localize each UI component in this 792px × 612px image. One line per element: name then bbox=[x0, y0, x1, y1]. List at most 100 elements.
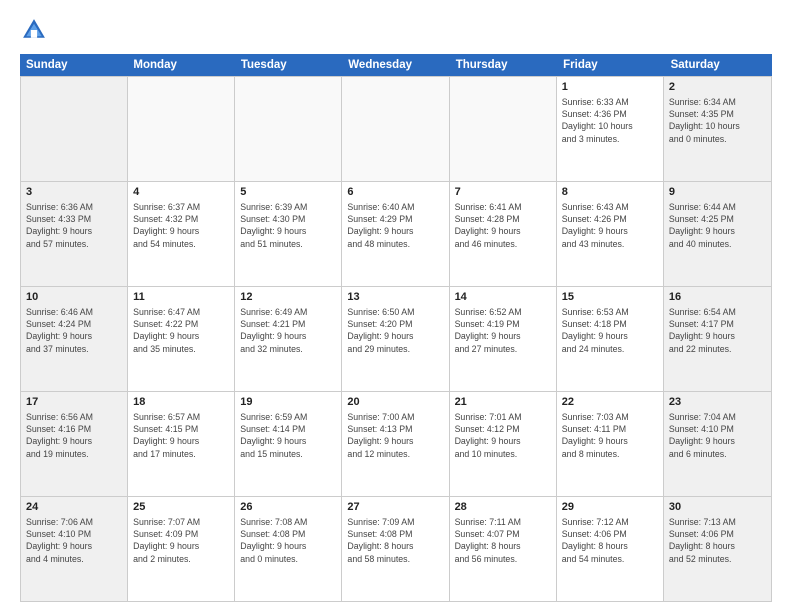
day-number: 4 bbox=[133, 185, 229, 200]
day-info: Sunrise: 7:04 AMSunset: 4:10 PMDaylight:… bbox=[669, 411, 766, 460]
day-info: Sunrise: 6:39 AMSunset: 4:30 PMDaylight:… bbox=[240, 201, 336, 250]
day-info: Sunrise: 6:43 AMSunset: 4:26 PMDaylight:… bbox=[562, 201, 658, 250]
weekday-header-tuesday: Tuesday bbox=[235, 54, 342, 76]
day-cell-5: 5Sunrise: 6:39 AMSunset: 4:30 PMDaylight… bbox=[235, 182, 342, 286]
weekday-header-friday: Friday bbox=[557, 54, 664, 76]
day-cell-30: 30Sunrise: 7:13 AMSunset: 4:06 PMDayligh… bbox=[664, 497, 771, 601]
day-number: 27 bbox=[347, 500, 443, 515]
day-info: Sunrise: 6:46 AMSunset: 4:24 PMDaylight:… bbox=[26, 306, 122, 355]
day-number: 3 bbox=[26, 185, 122, 200]
day-number: 26 bbox=[240, 500, 336, 515]
calendar: SundayMondayTuesdayWednesdayThursdayFrid… bbox=[20, 54, 772, 602]
day-cell-20: 20Sunrise: 7:00 AMSunset: 4:13 PMDayligh… bbox=[342, 392, 449, 496]
day-number: 5 bbox=[240, 185, 336, 200]
logo bbox=[20, 16, 52, 44]
weekday-header-wednesday: Wednesday bbox=[342, 54, 449, 76]
day-cell-12: 12Sunrise: 6:49 AMSunset: 4:21 PMDayligh… bbox=[235, 287, 342, 391]
day-info: Sunrise: 7:07 AMSunset: 4:09 PMDaylight:… bbox=[133, 516, 229, 565]
day-cell-19: 19Sunrise: 6:59 AMSunset: 4:14 PMDayligh… bbox=[235, 392, 342, 496]
day-cell-23: 23Sunrise: 7:04 AMSunset: 4:10 PMDayligh… bbox=[664, 392, 771, 496]
calendar-week-1: 1Sunrise: 6:33 AMSunset: 4:36 PMDaylight… bbox=[21, 76, 771, 181]
day-cell-13: 13Sunrise: 6:50 AMSunset: 4:20 PMDayligh… bbox=[342, 287, 449, 391]
day-cell-4: 4Sunrise: 6:37 AMSunset: 4:32 PMDaylight… bbox=[128, 182, 235, 286]
page: SundayMondayTuesdayWednesdayThursdayFrid… bbox=[0, 0, 792, 612]
day-info: Sunrise: 7:00 AMSunset: 4:13 PMDaylight:… bbox=[347, 411, 443, 460]
day-number: 18 bbox=[133, 395, 229, 410]
day-info: Sunrise: 6:40 AMSunset: 4:29 PMDaylight:… bbox=[347, 201, 443, 250]
day-info: Sunrise: 7:03 AMSunset: 4:11 PMDaylight:… bbox=[562, 411, 658, 460]
day-number: 15 bbox=[562, 290, 658, 305]
day-number: 7 bbox=[455, 185, 551, 200]
calendar-body: 1Sunrise: 6:33 AMSunset: 4:36 PMDaylight… bbox=[20, 76, 772, 602]
logo-icon bbox=[20, 16, 48, 44]
day-info: Sunrise: 6:49 AMSunset: 4:21 PMDaylight:… bbox=[240, 306, 336, 355]
calendar-week-5: 24Sunrise: 7:06 AMSunset: 4:10 PMDayligh… bbox=[21, 496, 771, 601]
day-info: Sunrise: 6:53 AMSunset: 4:18 PMDaylight:… bbox=[562, 306, 658, 355]
day-cell-22: 22Sunrise: 7:03 AMSunset: 4:11 PMDayligh… bbox=[557, 392, 664, 496]
day-info: Sunrise: 7:11 AMSunset: 4:07 PMDaylight:… bbox=[455, 516, 551, 565]
day-cell-2: 2Sunrise: 6:34 AMSunset: 4:35 PMDaylight… bbox=[664, 77, 771, 181]
weekday-header-monday: Monday bbox=[127, 54, 234, 76]
day-number: 20 bbox=[347, 395, 443, 410]
day-info: Sunrise: 6:37 AMSunset: 4:32 PMDaylight:… bbox=[133, 201, 229, 250]
day-number: 8 bbox=[562, 185, 658, 200]
day-cell-27: 27Sunrise: 7:09 AMSunset: 4:08 PMDayligh… bbox=[342, 497, 449, 601]
day-cell-17: 17Sunrise: 6:56 AMSunset: 4:16 PMDayligh… bbox=[21, 392, 128, 496]
calendar-week-3: 10Sunrise: 6:46 AMSunset: 4:24 PMDayligh… bbox=[21, 286, 771, 391]
day-cell-6: 6Sunrise: 6:40 AMSunset: 4:29 PMDaylight… bbox=[342, 182, 449, 286]
day-number: 1 bbox=[562, 80, 658, 95]
day-info: Sunrise: 6:41 AMSunset: 4:28 PMDaylight:… bbox=[455, 201, 551, 250]
day-cell-16: 16Sunrise: 6:54 AMSunset: 4:17 PMDayligh… bbox=[664, 287, 771, 391]
day-info: Sunrise: 6:47 AMSunset: 4:22 PMDaylight:… bbox=[133, 306, 229, 355]
weekday-header-saturday: Saturday bbox=[665, 54, 772, 76]
weekday-header-thursday: Thursday bbox=[450, 54, 557, 76]
empty-cell bbox=[342, 77, 449, 181]
day-info: Sunrise: 7:08 AMSunset: 4:08 PMDaylight:… bbox=[240, 516, 336, 565]
day-info: Sunrise: 7:13 AMSunset: 4:06 PMDaylight:… bbox=[669, 516, 766, 565]
day-cell-26: 26Sunrise: 7:08 AMSunset: 4:08 PMDayligh… bbox=[235, 497, 342, 601]
day-info: Sunrise: 6:36 AMSunset: 4:33 PMDaylight:… bbox=[26, 201, 122, 250]
header bbox=[20, 16, 772, 44]
calendar-week-4: 17Sunrise: 6:56 AMSunset: 4:16 PMDayligh… bbox=[21, 391, 771, 496]
day-cell-7: 7Sunrise: 6:41 AMSunset: 4:28 PMDaylight… bbox=[450, 182, 557, 286]
day-cell-24: 24Sunrise: 7:06 AMSunset: 4:10 PMDayligh… bbox=[21, 497, 128, 601]
day-info: Sunrise: 7:01 AMSunset: 4:12 PMDaylight:… bbox=[455, 411, 551, 460]
day-cell-9: 9Sunrise: 6:44 AMSunset: 4:25 PMDaylight… bbox=[664, 182, 771, 286]
day-number: 21 bbox=[455, 395, 551, 410]
day-number: 12 bbox=[240, 290, 336, 305]
day-number: 19 bbox=[240, 395, 336, 410]
empty-cell bbox=[21, 77, 128, 181]
day-info: Sunrise: 7:06 AMSunset: 4:10 PMDaylight:… bbox=[26, 516, 122, 565]
day-number: 10 bbox=[26, 290, 122, 305]
day-number: 16 bbox=[669, 290, 766, 305]
day-cell-11: 11Sunrise: 6:47 AMSunset: 4:22 PMDayligh… bbox=[128, 287, 235, 391]
day-info: Sunrise: 6:44 AMSunset: 4:25 PMDaylight:… bbox=[669, 201, 766, 250]
weekday-header-sunday: Sunday bbox=[20, 54, 127, 76]
empty-cell bbox=[128, 77, 235, 181]
day-number: 14 bbox=[455, 290, 551, 305]
day-number: 6 bbox=[347, 185, 443, 200]
day-info: Sunrise: 6:34 AMSunset: 4:35 PMDaylight:… bbox=[669, 96, 766, 145]
day-number: 23 bbox=[669, 395, 766, 410]
day-cell-21: 21Sunrise: 7:01 AMSunset: 4:12 PMDayligh… bbox=[450, 392, 557, 496]
day-cell-28: 28Sunrise: 7:11 AMSunset: 4:07 PMDayligh… bbox=[450, 497, 557, 601]
day-number: 22 bbox=[562, 395, 658, 410]
day-number: 29 bbox=[562, 500, 658, 515]
calendar-header: SundayMondayTuesdayWednesdayThursdayFrid… bbox=[20, 54, 772, 76]
day-number: 30 bbox=[669, 500, 766, 515]
day-info: Sunrise: 7:12 AMSunset: 4:06 PMDaylight:… bbox=[562, 516, 658, 565]
day-cell-25: 25Sunrise: 7:07 AMSunset: 4:09 PMDayligh… bbox=[128, 497, 235, 601]
calendar-week-2: 3Sunrise: 6:36 AMSunset: 4:33 PMDaylight… bbox=[21, 181, 771, 286]
day-cell-8: 8Sunrise: 6:43 AMSunset: 4:26 PMDaylight… bbox=[557, 182, 664, 286]
day-number: 2 bbox=[669, 80, 766, 95]
day-number: 11 bbox=[133, 290, 229, 305]
day-number: 25 bbox=[133, 500, 229, 515]
day-number: 13 bbox=[347, 290, 443, 305]
day-cell-14: 14Sunrise: 6:52 AMSunset: 4:19 PMDayligh… bbox=[450, 287, 557, 391]
day-info: Sunrise: 6:57 AMSunset: 4:15 PMDaylight:… bbox=[133, 411, 229, 460]
day-number: 17 bbox=[26, 395, 122, 410]
day-cell-15: 15Sunrise: 6:53 AMSunset: 4:18 PMDayligh… bbox=[557, 287, 664, 391]
day-number: 24 bbox=[26, 500, 122, 515]
day-info: Sunrise: 6:52 AMSunset: 4:19 PMDaylight:… bbox=[455, 306, 551, 355]
day-cell-3: 3Sunrise: 6:36 AMSunset: 4:33 PMDaylight… bbox=[21, 182, 128, 286]
